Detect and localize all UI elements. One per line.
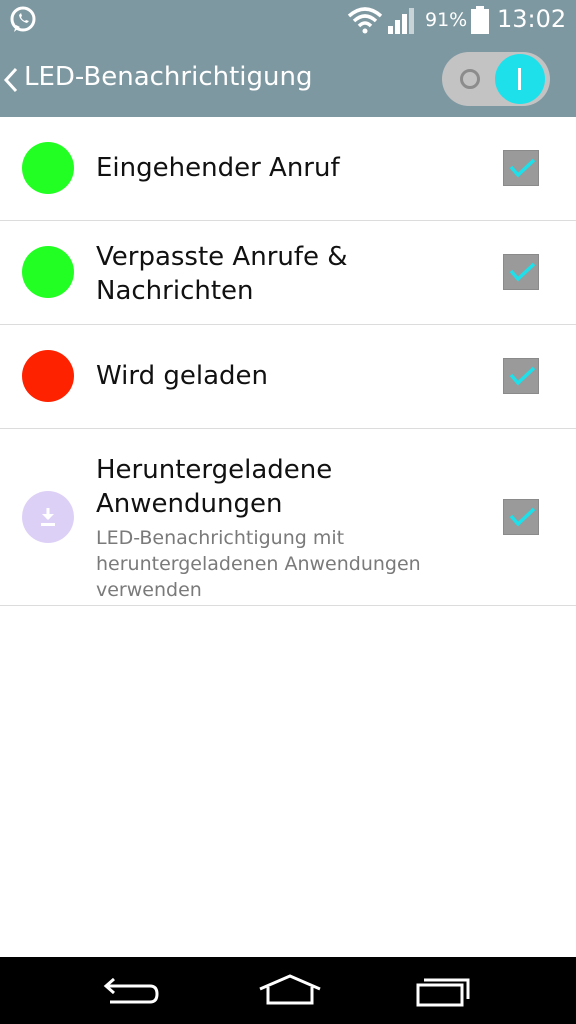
nav-home-button[interactable] bbox=[228, 957, 348, 1024]
list-item-label: Verpasste Anrufe & Nachrichten bbox=[96, 242, 348, 306]
checkbox[interactable] bbox=[503, 254, 539, 290]
list-item-missed-calls-messages[interactable]: Verpasste Anrufe & Nachrichten bbox=[0, 221, 576, 325]
checkbox[interactable] bbox=[503, 150, 539, 186]
toggle-knob bbox=[495, 54, 545, 104]
battery-percent: 91% bbox=[425, 9, 468, 31]
checkmark-icon bbox=[509, 366, 536, 386]
clock: 13:02 bbox=[497, 5, 567, 33]
page-title: LED-Benachrichtigung bbox=[24, 62, 313, 92]
led-color-dot[interactable] bbox=[22, 350, 74, 402]
led-master-toggle[interactable] bbox=[442, 52, 550, 106]
list-item-incoming-call[interactable]: Eingehender Anruf bbox=[0, 117, 576, 221]
navigation-bar bbox=[0, 957, 576, 1024]
led-notification-list: Eingehender Anruf Verpasste Anrufe & Nac… bbox=[0, 117, 576, 606]
nav-recent-apps-button[interactable] bbox=[384, 957, 504, 1024]
led-color-dot[interactable] bbox=[22, 142, 74, 194]
whatsapp-icon bbox=[10, 6, 36, 32]
checkbox[interactable] bbox=[503, 358, 539, 394]
toggle-off-icon bbox=[460, 69, 480, 89]
recent-apps-icon bbox=[416, 978, 470, 1007]
list-item-label: Wird geladen bbox=[96, 361, 268, 391]
up-navigation-button[interactable]: LED-Benachrichtigung bbox=[0, 42, 330, 117]
download-icon-badge bbox=[22, 491, 74, 543]
action-bar: LED-Benachrichtigung bbox=[0, 42, 576, 117]
back-icon bbox=[103, 977, 159, 1004]
nav-back-button[interactable] bbox=[72, 957, 192, 1024]
list-item-description: LED-Benachrichtigung mit heruntergeladen… bbox=[96, 527, 421, 601]
signal-icon bbox=[388, 8, 414, 34]
status-bar: 91% 13:02 bbox=[0, 0, 576, 42]
list-item-label: Eingehender Anruf bbox=[96, 153, 340, 183]
checkmark-icon bbox=[509, 158, 536, 178]
download-icon bbox=[41, 508, 55, 526]
list-item-label: Heruntergeladene Anwendungen bbox=[96, 455, 333, 519]
list-item-charging[interactable]: Wird geladen bbox=[0, 325, 576, 429]
checkmark-icon bbox=[509, 507, 536, 527]
battery-icon bbox=[471, 6, 489, 34]
list-item-downloaded-apps[interactable]: Heruntergeladene Anwendungen LED-Benachr… bbox=[0, 429, 576, 606]
led-color-dot[interactable] bbox=[22, 246, 74, 298]
chevron-left-icon bbox=[3, 67, 18, 93]
checkmark-icon bbox=[509, 262, 536, 282]
checkbox[interactable] bbox=[503, 499, 539, 535]
wifi-icon bbox=[347, 7, 383, 34]
home-icon bbox=[259, 974, 321, 1005]
